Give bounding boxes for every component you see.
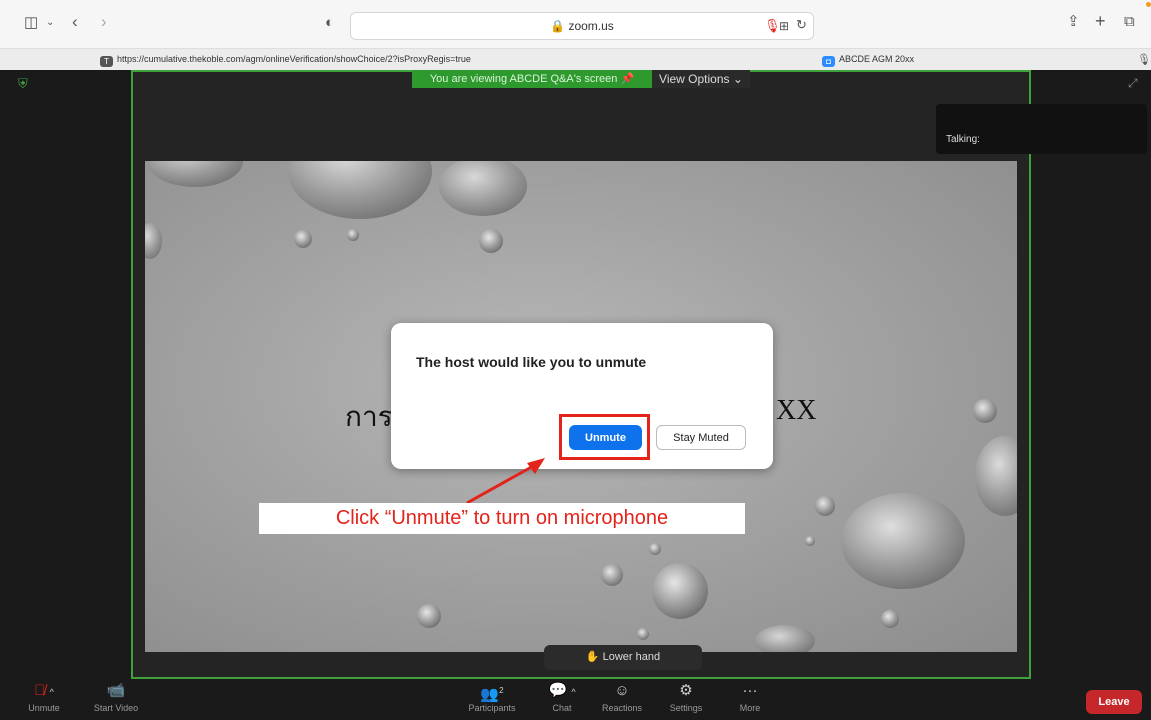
address-bar[interactable]: 🔒 zoom.us 🎙 ⊞ ↻ [350,12,814,40]
slide-text-right: XX [776,395,817,426]
chevron-down-icon[interactable]: ⌄ [46,14,54,32]
stay-muted-button[interactable]: Stay Muted [656,425,746,450]
chat-icon: 💬 ^ [548,682,576,699]
unmute-label: Unmute [28,703,60,713]
tab-bar: Thttps://cumulative.thekoble.com/agm/onl… [0,48,1151,70]
privacy-shield-icon[interactable]: ◐ [325,14,334,32]
zoom-icon: ◘ [822,56,835,67]
video-off-icon: 📹 [106,682,126,699]
share-icon[interactable]: ⇪ [1067,13,1080,31]
tab-zoom-agm[interactable]: ◘ ABCDE AGM 20xx [822,49,914,70]
participants-icon: 👥2 [480,686,504,703]
reactions-button[interactable]: ☺ Reactions [592,680,652,720]
pin-icon: 📌 [620,73,635,85]
tab-overview-icon[interactable]: ⧉ [1124,13,1135,31]
more-icon: ··· [742,682,758,699]
chat-button[interactable]: 💬 ^ Chat [532,680,592,720]
lower-hand-label: Lower hand [602,651,661,663]
microphone-icon[interactable]: 🎙 [1137,51,1151,69]
talking-label: Talking: [946,134,980,145]
meeting-toolbar: 🎙̸ ^ Unmute 📹 Start Video 👥2 Participant… [0,680,1151,720]
chevron-up-icon: ^ [571,687,576,697]
viewing-text: You are viewing ABCDE Q&A's screen [429,73,618,85]
reactions-icon: ☺ [614,682,630,699]
participants-button[interactable]: 👥2 Participants [462,680,522,720]
more-button[interactable]: ··· More [720,680,780,720]
forward-icon[interactable]: › [101,13,107,31]
start-video-button[interactable]: 📹 Start Video [86,680,146,720]
view-options-label: View Options [659,72,730,86]
start-video-label: Start Video [93,703,139,713]
security-shield-icon[interactable]: ⛨ [18,76,28,92]
unmute-toolbar-button[interactable]: 🎙̸ ^ Unmute [14,680,74,720]
slide-text-left: การ [345,402,393,433]
annotation-arrow-icon [466,458,545,505]
instruction-caption: Click “Unmute” to turn on microphone [259,503,745,534]
muted-microphone-icon: 🎙̸ ^ [34,682,54,699]
view-options-button[interactable]: View Options ⌄ [652,70,750,88]
reload-icon[interactable]: ↻ [796,16,807,34]
settings-label: Settings [669,703,703,713]
participants-count: 2 [499,686,504,695]
back-icon[interactable]: ‹ [72,13,78,31]
participants-label: Participants [468,703,516,713]
unmute-highlight-box [559,414,650,460]
settings-button[interactable]: ⚙ Settings [656,680,716,720]
tab-koble[interactable]: Thttps://cumulative.thekoble.com/agm/onl… [100,49,471,70]
viewing-banner: You are viewing ABCDE Q&A's screen 📌 [412,70,652,88]
expand-icon[interactable]: ⤢ [1128,76,1138,91]
more-label: More [739,703,761,713]
tab-label: https://cumulative.thekoble.com/agm/onli… [117,54,471,64]
chevron-down-icon: ⌄ [732,72,743,86]
sidebar-toggle-icon[interactable]: ◫ [24,14,38,32]
chevron-up-icon: ^ [49,687,54,697]
translate-icon[interactable]: ⊞ [779,17,789,35]
new-tab-icon[interactable]: + [1095,12,1106,30]
gear-icon: ⚙ [679,682,693,699]
talking-indicator [936,104,1147,154]
raised-hand-icon: ✋ [585,651,600,663]
koble-favicon-icon: T [100,56,113,67]
leave-button[interactable]: Leave [1086,690,1142,714]
lower-hand-button[interactable]: ✋ Lower hand [544,645,702,670]
tab-label: ABCDE AGM 20xx [839,54,915,64]
chat-label: Chat [552,703,572,713]
notification-dot [1146,2,1151,7]
dialog-title: The host would like you to unmute [416,354,647,370]
address-text: 🔒 zoom.us [550,19,614,33]
reactions-label: Reactions [601,703,643,713]
